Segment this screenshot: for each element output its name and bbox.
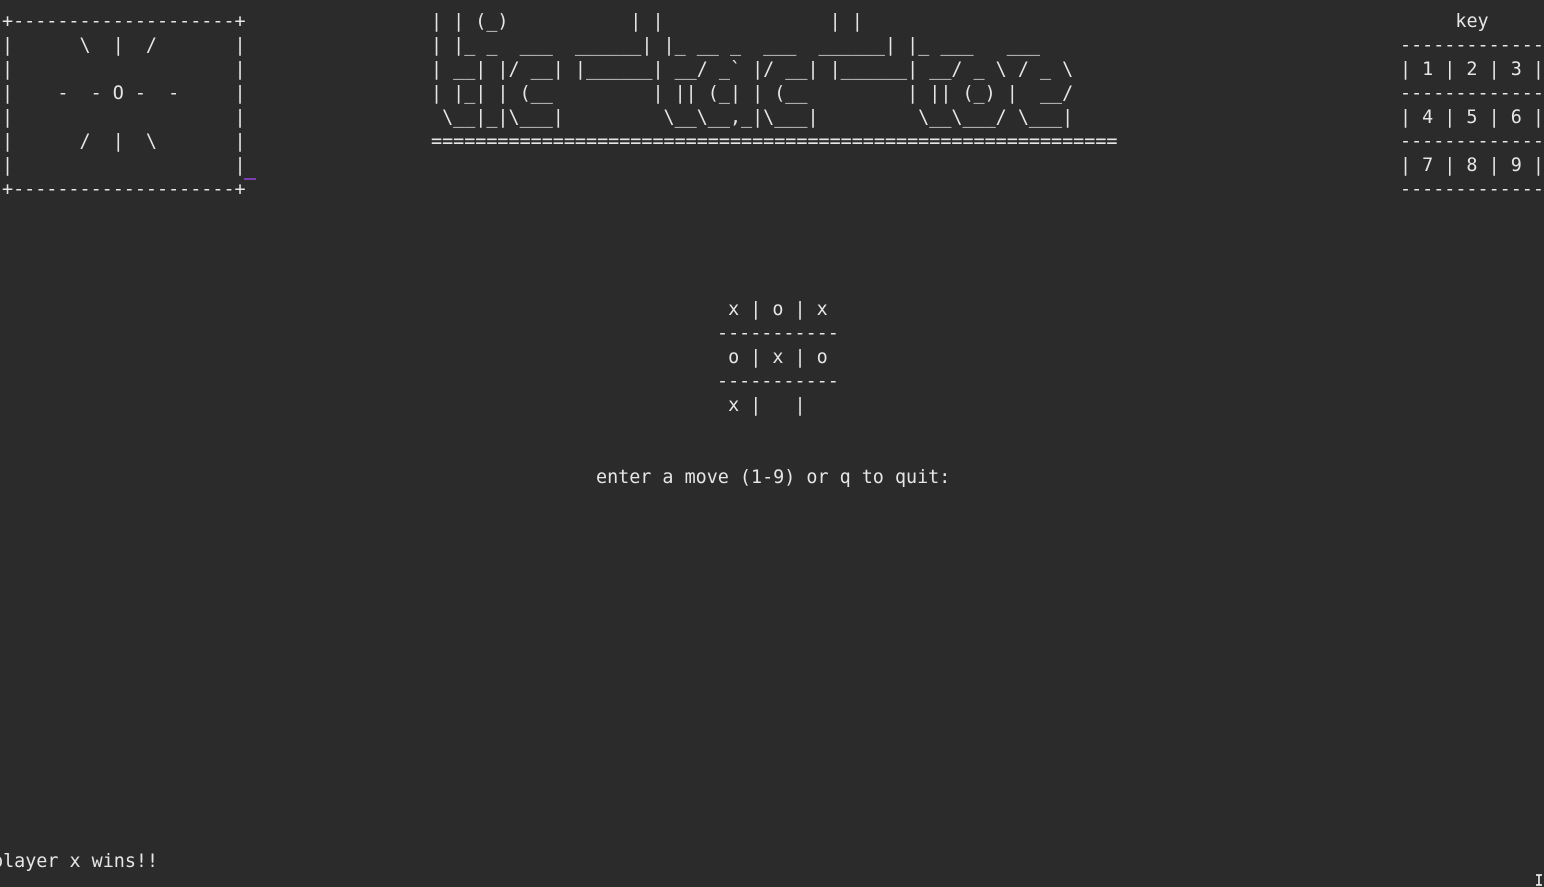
key-header: key [1455, 11, 1489, 32]
key-grid: ------------- | 1 | 2 | 3 | ------------… [1400, 35, 1544, 200]
move-prompt[interactable]: enter a move (1-9) or q to quit: [596, 466, 950, 490]
game-board: x | o | x ----------- o | x | o --------… [717, 299, 839, 416]
status-message: player x wins!! [0, 851, 159, 872]
sun-ascii-art: +--------------------+ | \ | / | | | | -… [2, 11, 246, 200]
ibeam-cursor-icon [1536, 874, 1542, 886]
title-banner-ascii-art: | | (_) | | | | | |_ _ ___ ______| |_ __… [431, 11, 1118, 152]
text-cursor [244, 178, 256, 180]
